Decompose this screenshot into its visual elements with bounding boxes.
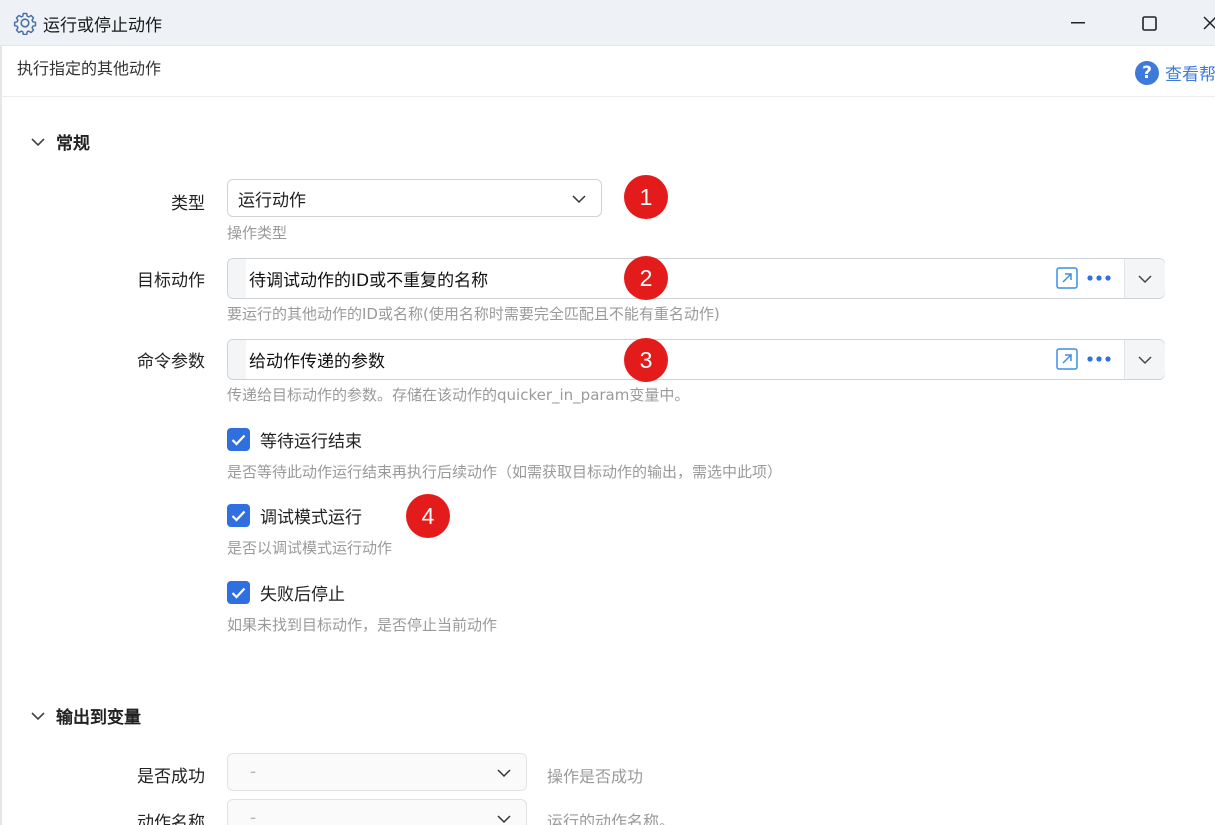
success-output-value: - xyxy=(250,762,257,782)
check-icon xyxy=(231,510,246,522)
open-external-icon[interactable] xyxy=(1056,348,1078,370)
chevron-down-icon xyxy=(31,137,45,146)
window-title: 运行或停止动作 xyxy=(43,16,162,36)
params-field: 给动作传递的参数 xyxy=(227,339,1165,380)
success-output-select[interactable]: - xyxy=(227,753,527,791)
close-button[interactable] xyxy=(1195,8,1215,38)
help-label: 查看帮 xyxy=(1165,65,1215,85)
section-output-header[interactable]: 输出到变量 xyxy=(30,703,141,728)
field-gutter xyxy=(228,340,246,379)
annotation-badge-2: 2 xyxy=(624,256,668,300)
window-subtitle: 执行指定的其他动作 xyxy=(17,59,162,78)
chevron-down-icon xyxy=(1138,274,1152,283)
debug-mode-hint: 是否以调试模式运行动作 xyxy=(227,539,393,557)
type-hint: 操作类型 xyxy=(227,224,288,242)
help-link[interactable]: ? 查看帮 xyxy=(1135,60,1215,85)
success-output-hint: 操作是否成功 xyxy=(547,767,644,786)
section-output-title: 输出到变量 xyxy=(56,708,141,728)
check-icon xyxy=(231,587,246,599)
type-label: 类型 xyxy=(171,194,205,214)
stop-on-fail-checkbox-row[interactable]: 失败后停止 xyxy=(227,580,345,605)
success-output-label: 是否成功 xyxy=(137,767,205,787)
params-dropdown-button[interactable] xyxy=(1124,340,1165,379)
header-divider xyxy=(0,96,1215,97)
chevron-down-icon xyxy=(572,195,586,204)
close-icon xyxy=(1203,16,1215,30)
action-name-output-select[interactable]: - xyxy=(227,799,527,825)
open-external-icon[interactable] xyxy=(1056,267,1078,289)
action-name-output-label: 动作名称 xyxy=(137,813,205,825)
annotation-badge-4: 4 xyxy=(406,494,450,538)
debug-mode-checkbox-row[interactable]: 调试模式运行 xyxy=(227,503,362,528)
target-hint: 要运行的其他动作的ID或名称(使用名称时需要完全匹配且不能有重名动作) xyxy=(227,305,720,323)
stop-on-fail-checkbox[interactable] xyxy=(227,581,250,604)
chevron-down-icon xyxy=(31,711,45,720)
params-hint: 传递给目标动作的参数。存储在该动作的quicker_in_param变量中。 xyxy=(227,386,690,404)
section-general-title: 常规 xyxy=(56,134,90,154)
stop-on-fail-hint: 如果未找到目标动作，是否停止当前动作 xyxy=(227,616,498,634)
debug-mode-checkbox[interactable] xyxy=(227,504,250,527)
annotation-badge-3: 3 xyxy=(624,338,668,382)
check-icon xyxy=(231,434,246,446)
params-label: 命令参数 xyxy=(137,352,205,372)
chevron-down-icon xyxy=(497,815,511,824)
chevron-down-icon xyxy=(1138,355,1152,364)
question-circle-icon: ? xyxy=(1135,60,1159,85)
minimize-button[interactable] xyxy=(1058,8,1098,38)
field-gutter xyxy=(228,259,246,298)
title-bar: 运行或停止动作 xyxy=(0,0,1215,46)
wait-finish-checkbox[interactable] xyxy=(227,428,250,451)
more-dots-icon[interactable] xyxy=(1085,268,1113,288)
stop-on-fail-label: 失败后停止 xyxy=(260,585,345,605)
gear-icon xyxy=(13,12,37,35)
type-select[interactable]: 运行动作 xyxy=(227,179,602,217)
maximize-button[interactable] xyxy=(1129,8,1169,38)
annotation-badge-1: 1 xyxy=(624,175,668,219)
params-input[interactable]: 给动作传递的参数 xyxy=(246,340,1106,379)
section-general-header[interactable]: 常规 xyxy=(30,129,90,154)
wait-finish-checkbox-row[interactable]: 等待运行结束 xyxy=(227,427,362,452)
action-name-output-value: - xyxy=(250,808,257,825)
wait-finish-label: 等待运行结束 xyxy=(260,432,362,452)
chevron-down-icon xyxy=(497,769,511,778)
minimize-icon xyxy=(1071,22,1085,24)
target-field: 待调试动作的ID或不重复的名称 xyxy=(227,258,1165,299)
wait-finish-hint: 是否等待此动作运行结束再执行后续动作（如需获取目标动作的输出，需选中此项） xyxy=(227,463,783,481)
type-select-value: 运行动作 xyxy=(238,190,306,211)
maximize-icon xyxy=(1141,15,1157,31)
target-dropdown-button[interactable] xyxy=(1124,259,1165,298)
target-input[interactable]: 待调试动作的ID或不重复的名称 xyxy=(246,259,1106,298)
debug-mode-label: 调试模式运行 xyxy=(260,508,362,528)
window-border xyxy=(0,46,2,825)
action-name-output-hint: 运行的动作名称。 xyxy=(547,812,676,825)
more-dots-icon[interactable] xyxy=(1085,349,1113,369)
target-label: 目标动作 xyxy=(137,271,205,291)
